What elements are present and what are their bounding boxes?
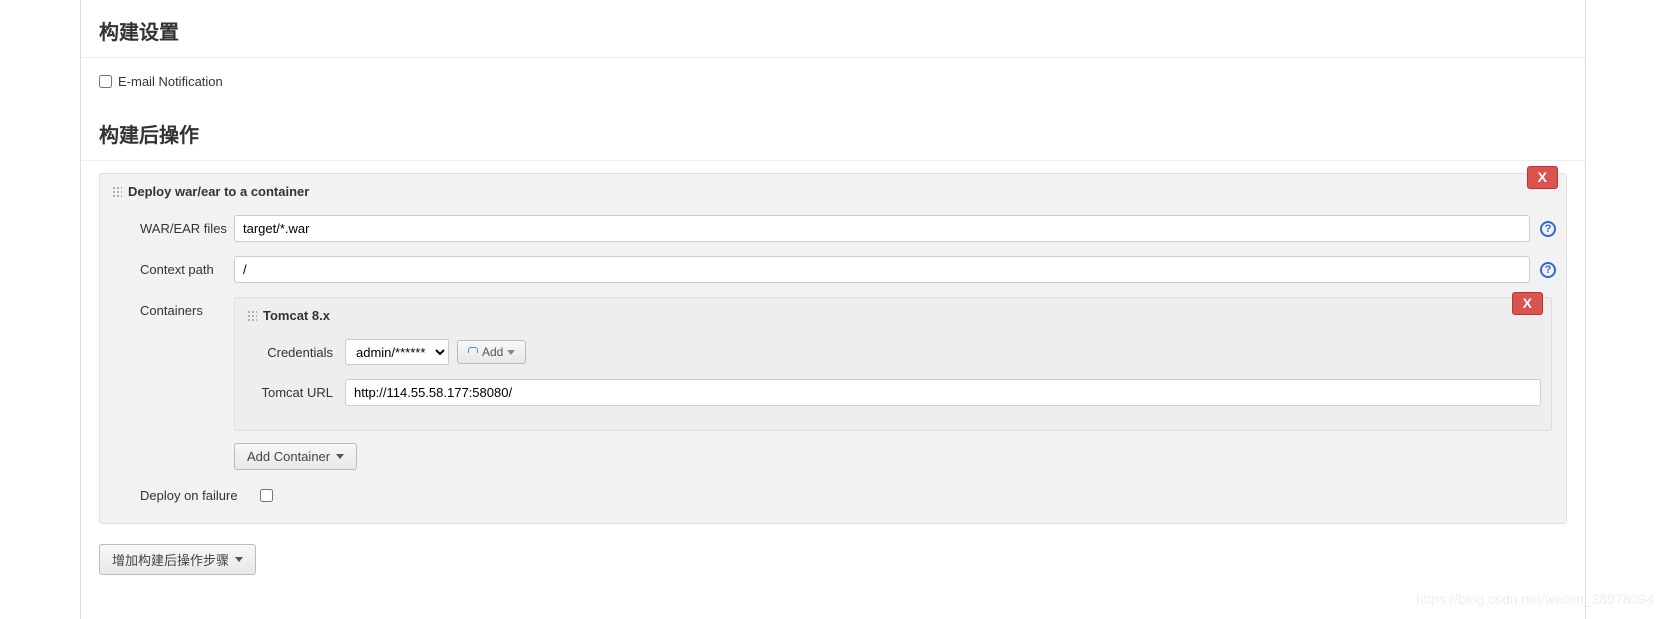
key-icon (468, 347, 478, 353)
deploy-on-failure-label: Deploy on failure (110, 488, 260, 503)
add-container-label: Add Container (247, 449, 330, 464)
help-icon[interactable]: ? (1540, 262, 1556, 278)
drag-handle-icon[interactable] (247, 310, 257, 322)
context-path-label: Context path (110, 262, 234, 277)
email-notification-label: E-mail Notification (118, 74, 223, 89)
war-files-input[interactable] (234, 215, 1530, 242)
tomcat-url-label: Tomcat URL (245, 385, 345, 400)
help-icon[interactable]: ? (1540, 221, 1556, 237)
chevron-down-icon (235, 557, 243, 562)
config-panel: 构建设置 E-mail Notification 构建后操作 X Deploy … (80, 0, 1586, 619)
delete-deploy-block-button[interactable]: X (1527, 166, 1558, 189)
section-post-build-title: 构建后操作 (81, 105, 1585, 161)
container-title: Tomcat 8.x (245, 302, 1541, 333)
section-build-settings-body: E-mail Notification (81, 58, 1585, 105)
container-title-text: Tomcat 8.x (263, 308, 330, 323)
drag-handle-icon[interactable] (112, 186, 122, 198)
add-credentials-button[interactable]: Add (457, 340, 526, 364)
delete-container-button[interactable]: X (1512, 292, 1543, 315)
credentials-label: Credentials (245, 345, 345, 360)
email-notification-checkbox[interactable] (99, 75, 112, 88)
war-files-label: WAR/EAR files (110, 221, 234, 236)
add-container-button[interactable]: Add Container (234, 443, 357, 470)
credentials-select[interactable]: admin/****** (345, 339, 449, 365)
tomcat-url-input[interactable] (345, 379, 1541, 406)
deploy-block-title: Deploy war/ear to a container (110, 178, 1556, 209)
add-credentials-label: Add (482, 345, 503, 359)
add-post-build-step-label: 增加构建后操作步骤 (112, 550, 229, 569)
tomcat-container-block: X Tomcat 8.x Credentials admin/****** (234, 297, 1552, 431)
add-post-build-step-button[interactable]: 增加构建后操作步骤 (99, 544, 256, 575)
deploy-block-title-text: Deploy war/ear to a container (128, 184, 309, 199)
section-build-settings-title: 构建设置 (81, 2, 1585, 58)
chevron-down-icon (507, 350, 515, 355)
containers-label: Containers (110, 297, 234, 318)
deploy-on-failure-checkbox[interactable] (260, 489, 273, 502)
context-path-input[interactable] (234, 256, 1530, 283)
chevron-down-icon (336, 454, 344, 459)
deploy-war-block: X Deploy war/ear to a container WAR/EAR … (99, 173, 1567, 524)
